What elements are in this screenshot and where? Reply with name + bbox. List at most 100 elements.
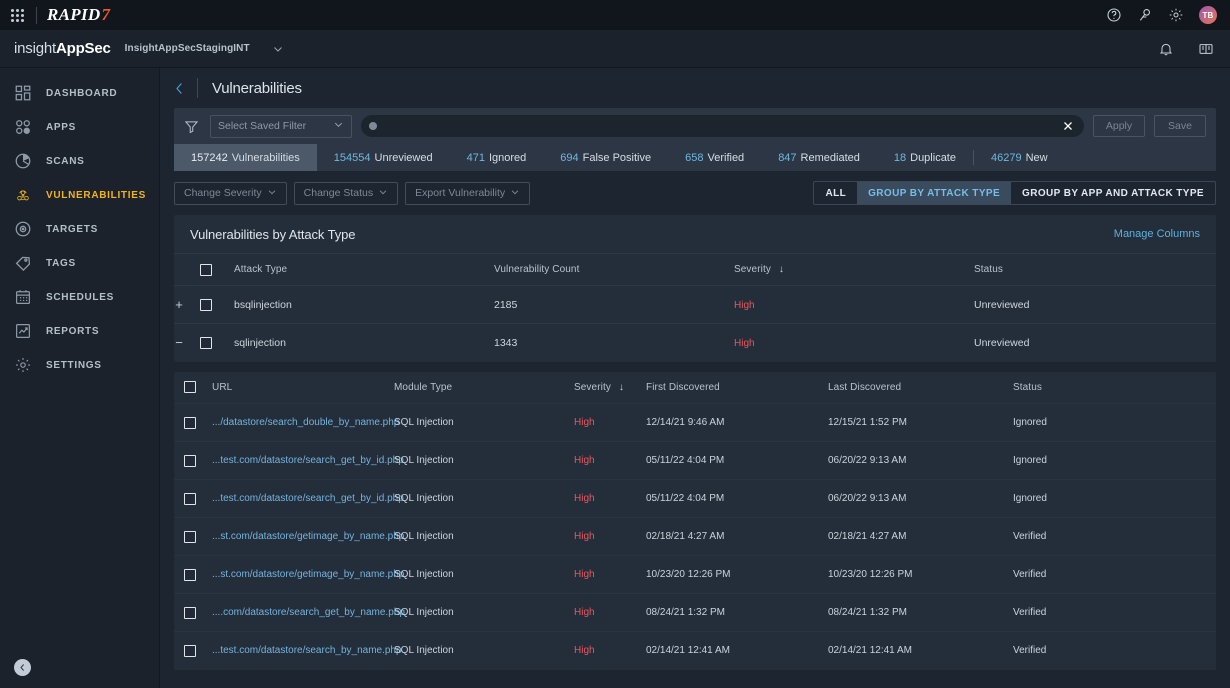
row-select-cell xyxy=(174,404,212,442)
sidebar-item-settings[interactable]: SETTINGS xyxy=(0,348,159,382)
sidebar-collapse-button[interactable] xyxy=(14,659,31,676)
table-row[interactable]: ...st.com/datastore/getimage_by_name.php… xyxy=(174,518,1216,556)
col-vulnerability-count[interactable]: Vulnerability Count xyxy=(494,254,734,286)
cell-status: Unreviewed xyxy=(974,324,1216,362)
cell-module-type: SQL Injection xyxy=(394,518,574,556)
row-checkbox[interactable] xyxy=(184,607,196,619)
close-icon[interactable] xyxy=(1062,120,1076,132)
col-first-discovered[interactable]: First Discovered xyxy=(646,372,828,404)
row-checkbox[interactable] xyxy=(184,531,196,543)
app-grid-icon[interactable] xyxy=(0,9,34,22)
url-link[interactable]: ...test.com/datastore/search_get_by_id.p… xyxy=(212,493,404,504)
stat-count: 154554 xyxy=(334,152,371,164)
group-toggle-all[interactable]: ALL xyxy=(814,182,857,204)
filter-search-field[interactable] xyxy=(361,115,1084,137)
cell-last-discovered: 10/23/20 12:26 PM xyxy=(828,556,1013,594)
sidebar-item-reports[interactable]: REPORTS xyxy=(0,314,159,348)
table-row[interactable]: + bsqlinjection 2185 High Unreviewed xyxy=(174,286,1216,324)
row-checkbox[interactable] xyxy=(184,455,196,467)
sidebar-item-dashboard[interactable]: DASHBOARD xyxy=(0,76,159,110)
col-status[interactable]: Status xyxy=(1013,372,1216,404)
sidebar-item-vulnerabilities[interactable]: VULNERABILITIES xyxy=(0,178,159,212)
row-checkbox[interactable] xyxy=(184,417,196,429)
col-url[interactable]: URL xyxy=(212,372,394,404)
url-link[interactable]: ...st.com/datastore/getimage_by_name.php xyxy=(212,531,404,542)
expand-row-button[interactable]: + xyxy=(174,297,184,312)
detail-table: URL Module Type Severity ↓ First Discove… xyxy=(174,372,1216,670)
apply-button[interactable]: Apply xyxy=(1093,115,1145,137)
bell-icon[interactable] xyxy=(1158,41,1174,57)
export-vulnerability-button[interactable]: Export Vulnerability xyxy=(405,182,530,205)
chevron-down-icon xyxy=(333,117,344,135)
row-checkbox[interactable] xyxy=(184,569,196,581)
chevron-down-icon[interactable] xyxy=(272,43,284,55)
stat-tab-unreviewed[interactable]: 154554 Unreviewed xyxy=(317,144,450,171)
help-circle-icon[interactable] xyxy=(1106,7,1122,23)
table-row[interactable]: .../datastore/search_double_by_name.php … xyxy=(174,404,1216,442)
table-row[interactable]: ...st.com/datastore/getimage_by_name.php… xyxy=(174,556,1216,594)
col-attack-type[interactable]: Attack Type xyxy=(234,254,494,286)
feedback-icon[interactable] xyxy=(1137,7,1153,23)
sidebar-item-tags[interactable]: TAGS xyxy=(0,246,159,280)
severity-badge: High xyxy=(734,338,755,349)
select-all-checkbox[interactable] xyxy=(200,264,212,276)
row-checkbox[interactable] xyxy=(184,645,196,657)
table-row[interactable]: ...test.com/datastore/search_by_name.php… xyxy=(174,632,1216,670)
url-link[interactable]: ...st.com/datastore/getimage_by_name.php xyxy=(212,569,404,580)
detail-select-all-checkbox[interactable] xyxy=(184,381,196,393)
group-toggle-app-and-attack-type[interactable]: GROUP BY APP AND ATTACK TYPE xyxy=(1011,182,1215,204)
chevron-down-icon xyxy=(267,187,277,200)
book-icon[interactable] xyxy=(1198,41,1214,57)
col-severity[interactable]: Severity ↓ xyxy=(574,372,646,404)
gear-icon[interactable] xyxy=(1168,7,1184,23)
cell-severity: High xyxy=(574,442,646,480)
content-area: Select Saved Filter Apply xyxy=(160,108,1230,688)
url-link[interactable]: ...test.com/datastore/search_get_by_id.p… xyxy=(212,455,404,466)
sidebar-item-schedules[interactable]: SCHEDULES xyxy=(0,280,159,314)
sidebar-item-apps[interactable]: APPS xyxy=(0,110,159,144)
col-last-discovered[interactable]: Last Discovered xyxy=(828,372,1013,404)
change-severity-button[interactable]: Change Severity xyxy=(174,182,287,205)
stat-tab-ignored[interactable]: 471 Ignored xyxy=(450,144,544,171)
row-checkbox[interactable] xyxy=(200,299,212,311)
stat-tab-verified[interactable]: 658 Verified xyxy=(668,144,761,171)
table-row[interactable]: ...test.com/datastore/search_get_by_id.p… xyxy=(174,442,1216,480)
stat-tab-remediated[interactable]: 847 Remediated xyxy=(761,144,877,171)
header-divider xyxy=(197,78,198,98)
stat-tab-false-positive[interactable]: 694 False Positive xyxy=(543,144,668,171)
cell-severity: High xyxy=(574,404,646,442)
sidebar-item-scans[interactable]: SCANS xyxy=(0,144,159,178)
stat-tab-new[interactable]: 46279 New xyxy=(974,144,1065,171)
table-row[interactable]: ...test.com/datastore/search_get_by_id.p… xyxy=(174,480,1216,518)
cell-status: Ignored xyxy=(1013,480,1216,518)
change-status-button[interactable]: Change Status xyxy=(294,182,398,205)
url-link[interactable]: ...test.com/datastore/search_by_name.php xyxy=(212,645,402,656)
sidebar: DASHBOARD APPS SCANS xyxy=(0,68,160,688)
avatar[interactable]: TB xyxy=(1199,6,1217,24)
table-row[interactable]: − sqlinjection 1343 High Unreviewed xyxy=(174,324,1216,362)
url-link[interactable]: .../datastore/search_double_by_name.php xyxy=(212,417,399,428)
url-link[interactable]: ....com/datastore/search_get_by_name.php xyxy=(212,607,405,618)
col-severity[interactable]: Severity ↓ xyxy=(734,254,974,286)
group-toggle-attack-type[interactable]: GROUP BY ATTACK TYPE xyxy=(857,182,1011,204)
sidebar-item-targets[interactable]: TARGETS xyxy=(0,212,159,246)
save-button[interactable]: Save xyxy=(1154,115,1206,137)
org-scope-label[interactable]: InsightAppSecStagingINT xyxy=(125,43,250,54)
saved-filter-select[interactable]: Select Saved Filter xyxy=(210,115,352,138)
funnel-icon[interactable] xyxy=(184,119,199,134)
col-status[interactable]: Status xyxy=(974,254,1216,286)
stat-tab-vulnerabilities[interactable]: 157242 Vulnerabilities xyxy=(174,144,317,171)
stat-tab-duplicate[interactable]: 18 Duplicate xyxy=(877,144,973,171)
row-checkbox[interactable] xyxy=(200,337,212,349)
chevron-left-icon[interactable] xyxy=(172,81,187,96)
search-input[interactable] xyxy=(377,120,1062,132)
col-module-type[interactable]: Module Type xyxy=(394,372,574,404)
table-row[interactable]: ....com/datastore/search_get_by_name.php… xyxy=(174,594,1216,632)
manage-columns-link[interactable]: Manage Columns xyxy=(1114,228,1200,240)
row-expander-cell: − xyxy=(174,324,200,362)
stat-label: Duplicate xyxy=(910,152,956,164)
row-checkbox[interactable] xyxy=(184,493,196,505)
collapse-row-button[interactable]: − xyxy=(174,335,184,350)
stat-label: Remediated xyxy=(801,152,860,164)
cell-status: Ignored xyxy=(1013,404,1216,442)
